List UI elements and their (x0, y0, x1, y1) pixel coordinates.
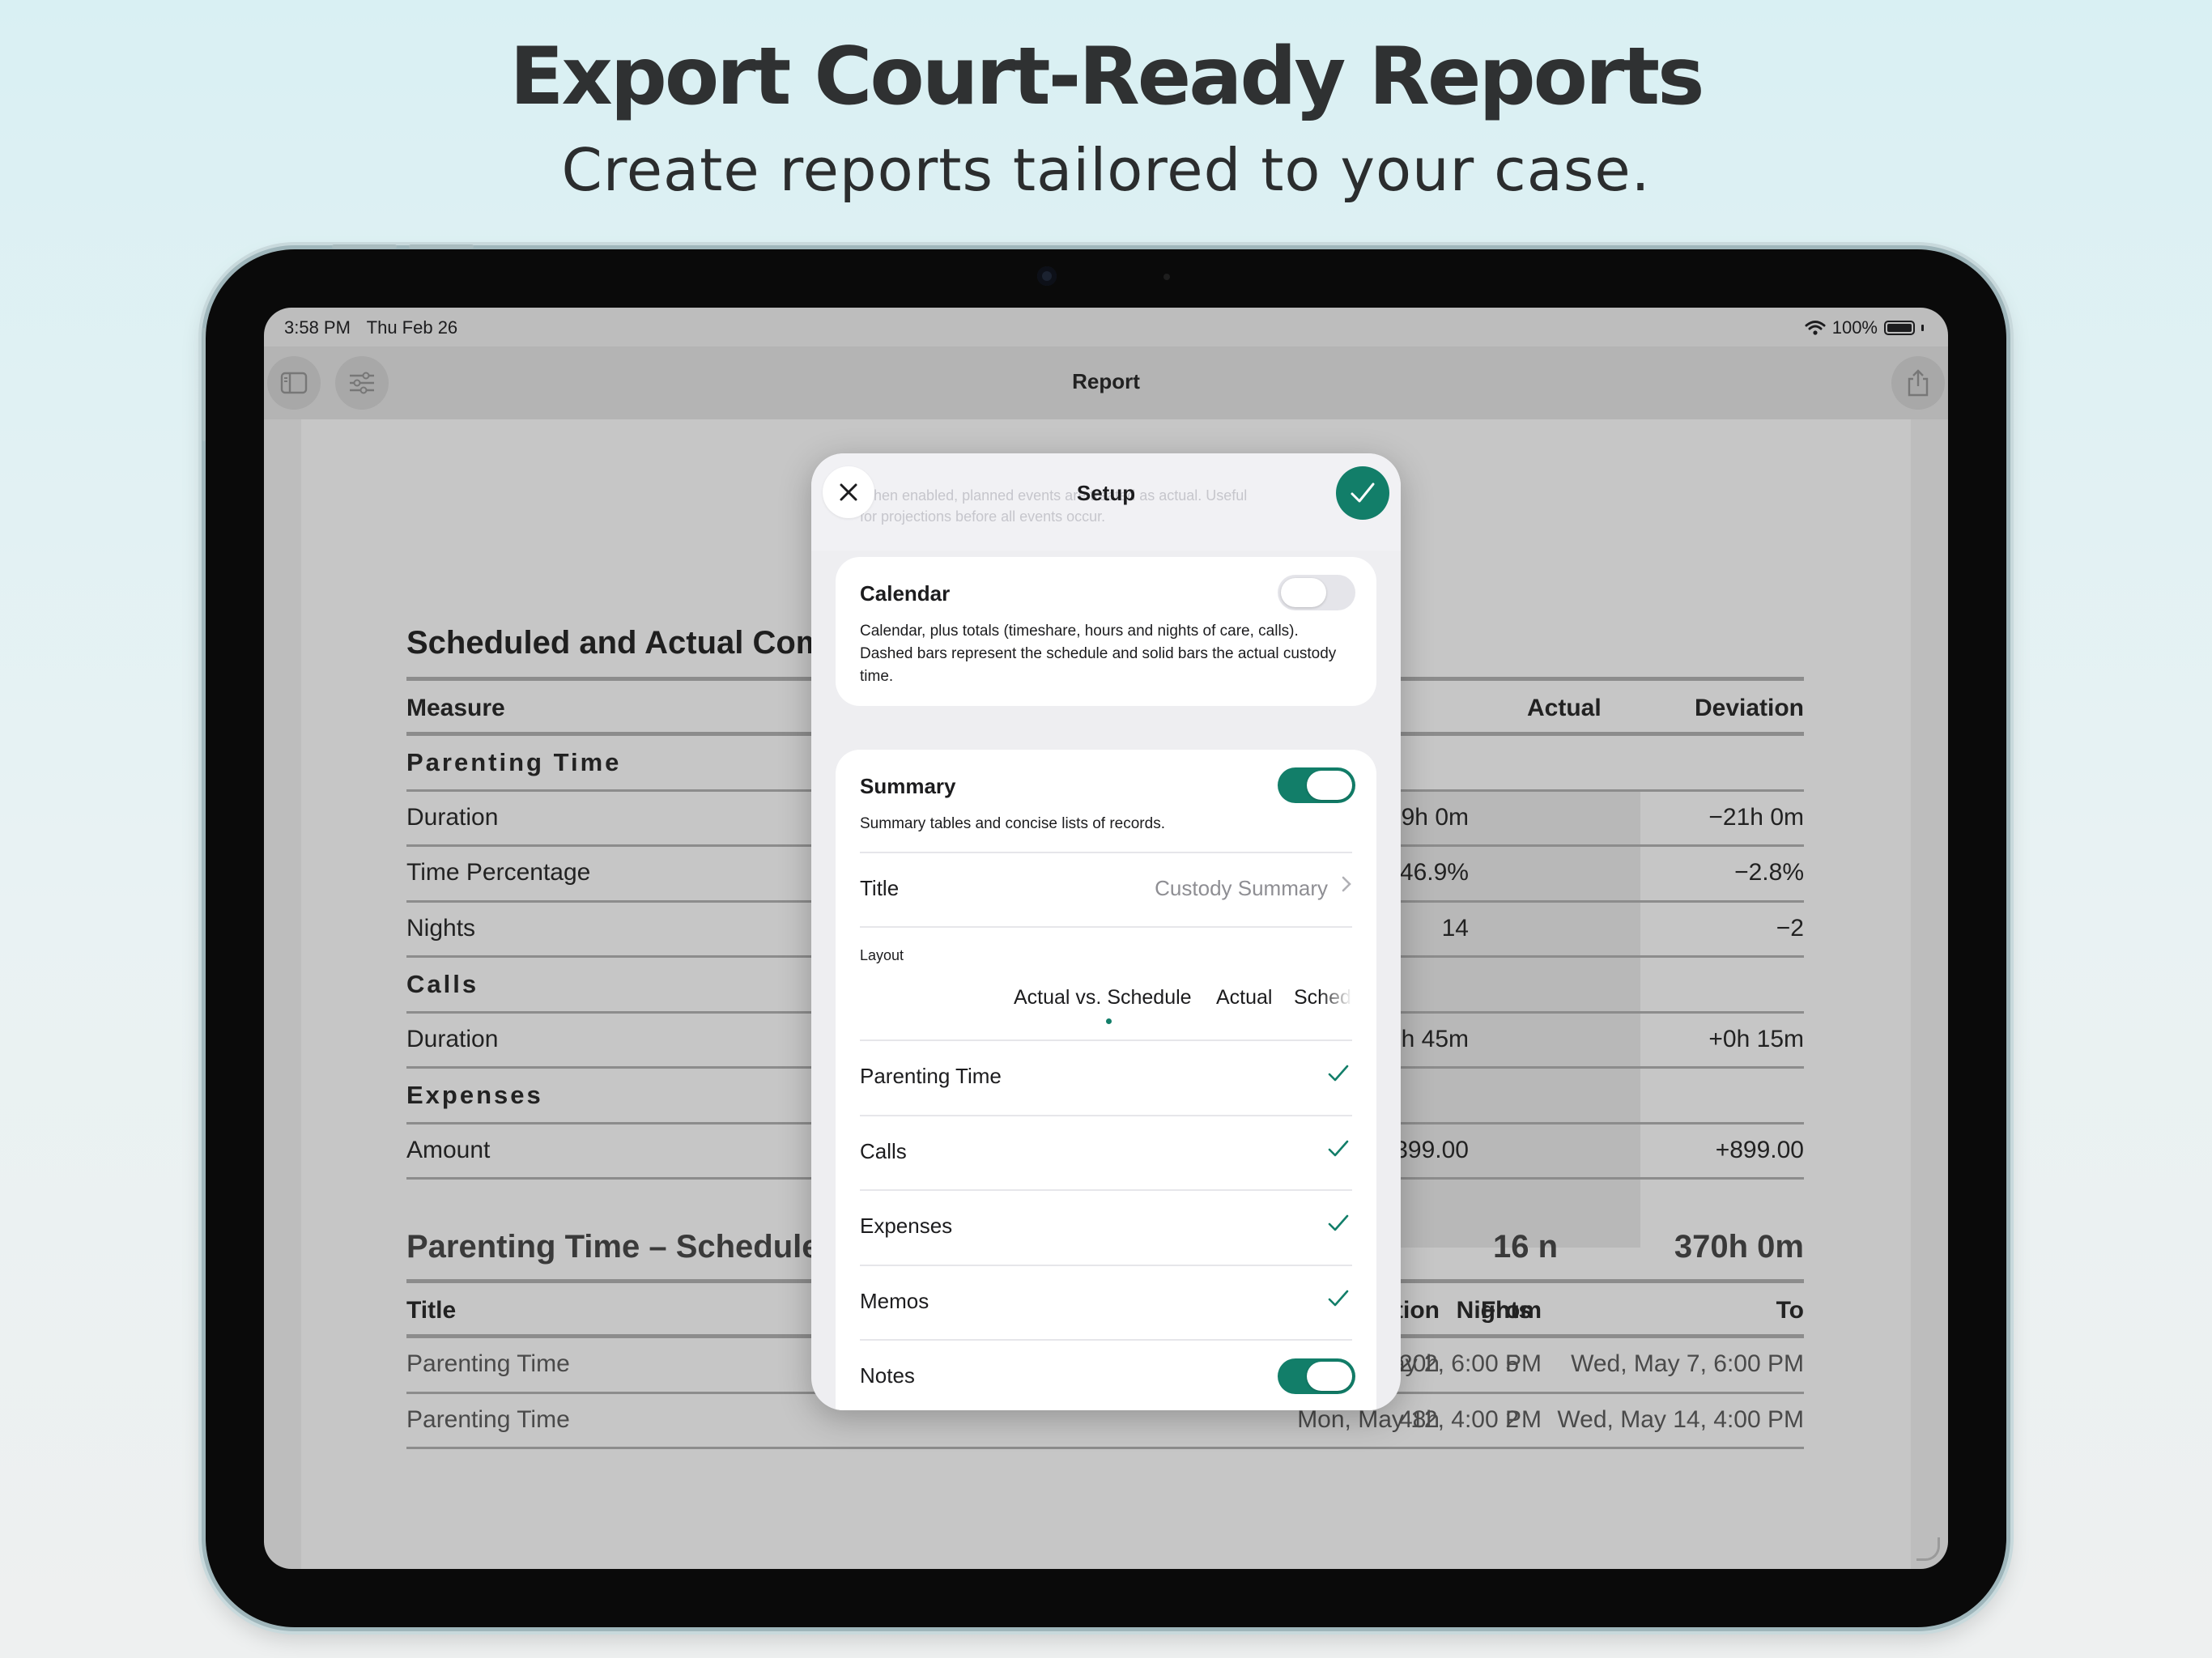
done-button[interactable] (1336, 466, 1389, 520)
measure-label: Duration (406, 803, 499, 831)
summary-item-label: Expenses (860, 1214, 953, 1239)
nav-title: Report (1072, 369, 1140, 393)
deviation-value: −2 (1776, 914, 1804, 942)
actual-value: 14 (1441, 914, 1469, 942)
row-divider (406, 1447, 1804, 1449)
deviation-value: +899.00 (1715, 1136, 1804, 1163)
scheduled-section-total: 370h 0m (1674, 1229, 1804, 1265)
wifi-icon (1805, 321, 1826, 335)
measure-label: Duration (406, 1025, 499, 1052)
chevron-right-icon (1342, 876, 1351, 892)
battery-tip (1921, 325, 1924, 331)
title-row-value: Custody Summary (1155, 876, 1328, 900)
t2-to-cell: Wed, May 14, 4:00 PM (1557, 1405, 1804, 1433)
notes-toggle[interactable] (1278, 1358, 1355, 1394)
status-bar-right: 100% (1805, 317, 1924, 338)
t2-to-cell: Wed, May 7, 6:00 PM (1571, 1350, 1804, 1377)
actual-value: 9h 0m (1401, 803, 1469, 831)
checkmark-icon (1328, 1215, 1349, 1231)
category-label: Calls (406, 970, 479, 998)
title-row-label: Title (860, 876, 900, 900)
actual-value: h 45m (1401, 1025, 1469, 1052)
navigation-bar: Report (264, 346, 1948, 419)
calendar-card: Calendar Calendar, plus totals (timeshar… (836, 557, 1376, 706)
summary-description: Summary tables and concise lists of reco… (860, 815, 1165, 832)
summary-item-row[interactable]: Expenses (860, 1189, 1352, 1265)
category-label: Parenting Time (406, 748, 622, 776)
layout-picker: Actual vs. Schedule Actual Sched (860, 976, 1352, 1025)
ghost-text-line-2: for projections before all events occur. (860, 508, 1106, 525)
device-side-button (202, 328, 206, 441)
marketing-headline: Export Court-Ready Reports (509, 31, 1705, 123)
status-date: Thu Feb 26 (366, 317, 458, 338)
layout-row: Layout Actual vs. Schedule Actual Sched (860, 926, 1352, 1041)
t2-header-title: Title (406, 1297, 457, 1324)
scheduled-section-nights: 16 n (1493, 1229, 1559, 1265)
marketing-subhead: Create reports tailored to your case. (561, 136, 1651, 204)
comparison-section-title: Scheduled and Actual Comp (406, 625, 844, 661)
setup-title: Setup (1076, 481, 1136, 505)
col-header-actual: Actual (1527, 695, 1602, 721)
layout-selected-indicator (1106, 1018, 1112, 1024)
summary-item-label: Calls (860, 1138, 907, 1163)
summary-item-row[interactable]: Parenting Time (860, 1039, 1352, 1116)
category-label: Expenses (406, 1081, 543, 1109)
checkmark-icon (1328, 1065, 1349, 1082)
summary-card: Summary Summary tables and concise lists… (836, 750, 1376, 1410)
share-button[interactable] (1891, 356, 1945, 410)
share-icon (1908, 369, 1929, 397)
status-time: 3:58 PM (284, 317, 351, 338)
calendar-label: Calendar (860, 581, 951, 606)
deviation-value: +0h 15m (1708, 1025, 1804, 1052)
checkmark-icon (1328, 1290, 1349, 1307)
summary-item-row[interactable]: Memos (860, 1265, 1352, 1341)
summary-toggle[interactable] (1278, 767, 1355, 803)
title-row[interactable]: Title Custody Summary (860, 852, 1352, 928)
checkmark-icon (1351, 483, 1375, 503)
col-header-measure: Measure (406, 695, 505, 721)
status-bar-left: 3:58 PM Thu Feb 26 (284, 317, 469, 338)
actual-value: 399.00 (1394, 1136, 1469, 1163)
measure-label: Time Percentage (406, 859, 591, 886)
setup-sheet: When enabled, planned events are treated… (811, 453, 1401, 1410)
summary-item-label: Parenting Time (860, 1064, 1002, 1088)
calendar-toggle[interactable] (1278, 575, 1355, 610)
front-camera (1037, 266, 1057, 286)
notes-label: Notes (860, 1363, 915, 1388)
actual-value: 46.9% (1399, 859, 1469, 886)
device-top-button-2 (409, 244, 474, 249)
layout-label: Layout (860, 947, 904, 963)
checkmark-icon (1328, 1140, 1349, 1156)
deviation-value: −21h 0m (1708, 803, 1804, 831)
battery-percent: 100% (1831, 317, 1878, 338)
light-sensor (1163, 274, 1170, 280)
col-header-deviation: Deviation (1694, 695, 1804, 721)
ipad-screen: 3:58 PM Thu Feb 26 100% Report Scheduled… (264, 308, 1948, 1569)
t2-header-from: From (1481, 1297, 1542, 1324)
measure-label: Nights (406, 914, 476, 942)
setup-header: When enabled, planned events are treated… (811, 453, 1401, 551)
summary-item-label: Memos (860, 1289, 929, 1314)
t2-header-to: To (1776, 1297, 1804, 1324)
layout-option-actual[interactable]: Actual (1216, 986, 1272, 1010)
layout-fade (1320, 976, 1352, 1025)
t2-title-cell: Parenting Time (406, 1350, 570, 1377)
battery-icon (1884, 321, 1915, 335)
device-top-button-1 (332, 244, 397, 249)
summary-label: Summary (860, 774, 956, 798)
notes-row: Notes (860, 1339, 1355, 1410)
t2-title-cell: Parenting Time (406, 1405, 570, 1433)
measure-label: Amount (406, 1136, 491, 1163)
layout-option-actual-vs-schedule[interactable]: Actual vs. Schedule (1014, 986, 1192, 1010)
scheduled-section-title: Parenting Time – Scheduled (406, 1229, 840, 1265)
calendar-description: Calendar, plus totals (timeshare, hours … (860, 623, 1337, 685)
deviation-value: −2.8% (1734, 859, 1804, 886)
scroll-corner-indicator (1916, 1537, 1940, 1561)
summary-item-row[interactable]: Calls (860, 1114, 1352, 1191)
